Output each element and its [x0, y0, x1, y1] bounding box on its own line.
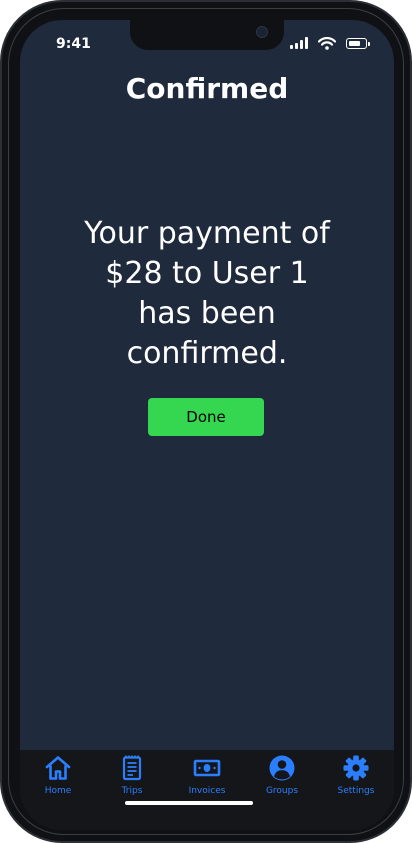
done-button[interactable]: Done	[148, 398, 264, 436]
cash-icon	[193, 759, 221, 777]
tab-invoices[interactable]: Invoices	[172, 754, 242, 798]
phone-frame: 9:41 Confirmed Your payment of $28 to Us…	[0, 0, 412, 843]
user-circle-icon	[269, 755, 295, 781]
tab-settings[interactable]: Settings	[321, 754, 391, 798]
clipboard-icon	[122, 755, 142, 781]
battery-tip	[368, 42, 370, 46]
tab-label: Groups	[265, 786, 299, 796]
message-line: $28 to User 1	[105, 256, 309, 291]
battery-icon	[346, 38, 367, 49]
tab-label: Settings	[337, 786, 375, 796]
wifi-icon	[318, 37, 336, 50]
screen: 9:41 Confirmed Your payment of $28 to Us…	[20, 20, 394, 830]
home-icon	[45, 756, 71, 780]
home-indicator[interactable]	[125, 801, 253, 805]
status-time: 9:41	[56, 36, 91, 52]
page-title: Confirmed	[125, 72, 289, 105]
notch	[130, 20, 284, 50]
message-line: Your payment of	[84, 216, 330, 251]
tab-label: Trips	[121, 786, 143, 796]
confirmation-message: Your payment of $28 to User 1 has been c…	[40, 214, 374, 374]
tab-bar: Home Trips Invoices Groups Settings	[20, 750, 394, 830]
message-line: has been	[138, 296, 276, 331]
gear-icon	[343, 755, 369, 781]
message-line: confirmed.	[126, 336, 288, 371]
tab-label: Invoices	[188, 786, 226, 796]
tab-trips[interactable]: Trips	[97, 754, 167, 798]
camera-icon	[256, 26, 268, 38]
tab-label: Home	[44, 786, 72, 796]
tab-groups[interactable]: Groups	[247, 754, 317, 798]
status-icons	[290, 37, 370, 51]
signal-icon	[290, 37, 308, 49]
tab-home[interactable]: Home	[23, 754, 93, 798]
